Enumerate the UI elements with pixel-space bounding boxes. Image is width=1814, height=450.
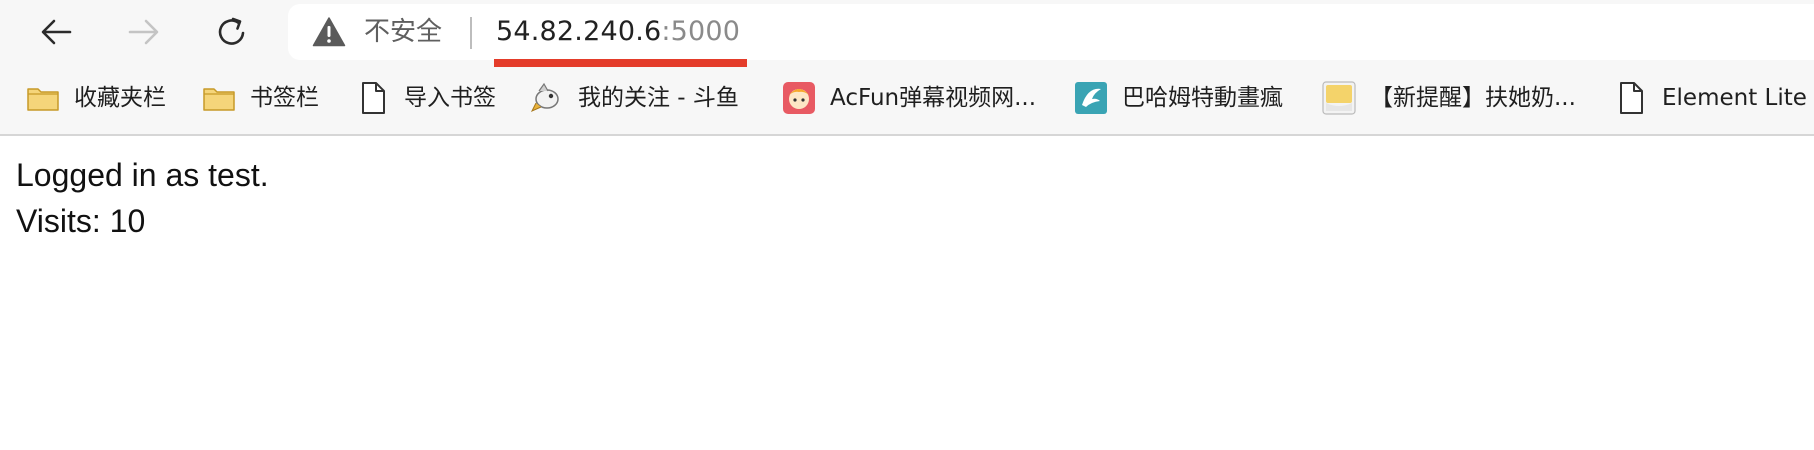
security-status-label[interactable]: 不安全 — [364, 16, 442, 48]
page-content: Logged in as test. Visits: 10 — [16, 152, 269, 244]
address-bar[interactable]: 不安全 54.82.240.6:5000 — [288, 4, 1814, 60]
bookmark-element-lite[interactable]: Element Lite — [1614, 76, 1807, 120]
folder-icon — [26, 81, 60, 115]
bookmark-acfun[interactable]: AcFun弹幕视频网... — [782, 76, 1036, 120]
bookmark-bahamut[interactable]: 巴哈姆特動畫瘋 — [1074, 76, 1283, 120]
forward-arrow-icon — [128, 19, 159, 45]
bookmark-bookmarks-bar[interactable]: 书签栏 — [202, 76, 319, 120]
page-icon — [1614, 81, 1648, 115]
bookmark-label: 书签栏 — [250, 85, 319, 111]
acfun-icon — [782, 81, 816, 115]
bookmark-label: 巴哈姆特動畫瘋 — [1122, 85, 1283, 111]
bookmark-label: 【新提醒】扶她奶... — [1370, 85, 1576, 111]
url-text[interactable]: 54.82.240.6:5000 — [496, 16, 740, 48]
browser-toolbar: 不安全 54.82.240.6:5000 — [0, 0, 1814, 64]
bookmark-label: AcFun弹幕视频网... — [830, 85, 1037, 111]
bookmark-favorites-bar[interactable]: 收藏夹栏 — [26, 76, 166, 120]
forward-button[interactable] — [122, 10, 166, 54]
folder-icon — [202, 81, 236, 115]
browser-chrome: 不安全 54.82.240.6:5000 收藏夹栏 书签栏 导入书签 我的关注 … — [0, 0, 1814, 136]
url-host: 54.82.240.6 — [496, 16, 662, 47]
back-arrow-icon — [41, 19, 72, 45]
forum-icon — [1322, 81, 1356, 115]
bookmark-label: 收藏夹栏 — [74, 85, 166, 111]
login-status-text: Logged in as test. — [16, 157, 269, 193]
bookmarks-bar: 收藏夹栏 书签栏 导入书签 我的关注 - 斗鱼 AcFun弹幕视频网... 巴哈… — [0, 76, 1814, 124]
url-port: :5000 — [661, 16, 741, 47]
bookmark-label: 我的关注 - 斗鱼 — [578, 85, 739, 111]
bookmark-forum[interactable]: 【新提醒】扶她奶... — [1322, 76, 1576, 120]
bookmark-label: Element Lite — [1662, 85, 1807, 111]
url-divider — [470, 17, 472, 49]
back-button[interactable] — [34, 10, 78, 54]
bookmark-douyu[interactable]: 我的关注 - 斗鱼 — [530, 76, 739, 120]
visit-count-text: Visits: 10 — [16, 203, 146, 239]
bookmark-label: 导入书签 — [404, 85, 496, 111]
douyu-icon — [530, 81, 564, 115]
url-highlight-underline — [494, 59, 747, 67]
reload-button[interactable] — [210, 10, 254, 54]
reload-icon — [218, 17, 245, 45]
warning-triangle-icon[interactable] — [312, 16, 346, 48]
bahamut-icon — [1074, 81, 1108, 115]
page-icon — [356, 81, 390, 115]
bookmark-import[interactable]: 导入书签 — [356, 76, 496, 120]
